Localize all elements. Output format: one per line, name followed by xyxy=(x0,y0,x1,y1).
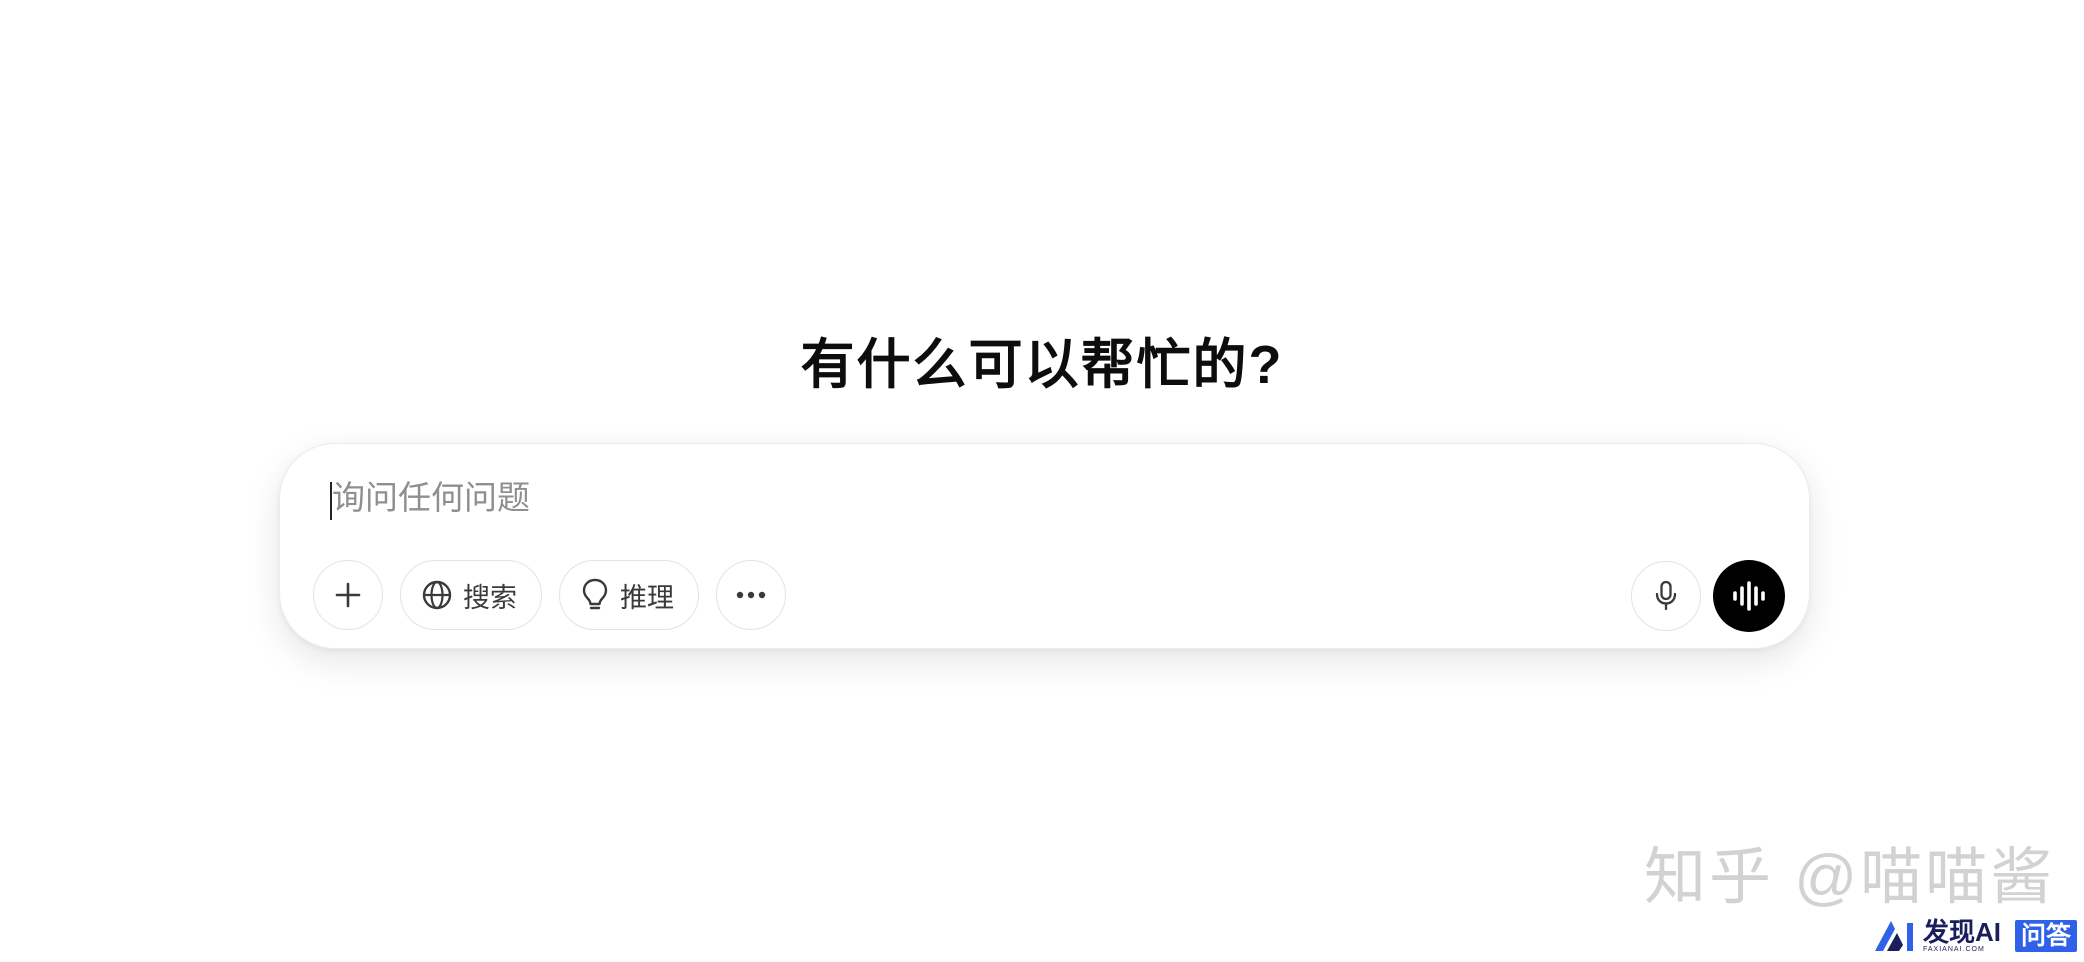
footer-brand: 发现AI FAXIANAI.COM 问答 xyxy=(1873,918,2078,954)
reason-button[interactable]: 推理 xyxy=(559,560,699,630)
attach-button[interactable] xyxy=(313,560,383,630)
zhihu-watermark: 知乎 @喵喵酱 xyxy=(1644,843,2056,912)
microphone-icon xyxy=(1653,580,1679,612)
page: 有什么可以帮忙的? 搜索 xyxy=(0,0,2084,962)
dictate-button[interactable] xyxy=(1631,561,1701,631)
text-caret xyxy=(330,482,332,520)
brand-domain: FAXIANAI.COM xyxy=(1923,946,1985,953)
brand-name: 发现AI xyxy=(1923,917,2002,947)
more-options-button[interactable] xyxy=(716,560,786,630)
prompt-composer: 搜索 推理 xyxy=(279,443,1810,649)
globe-icon xyxy=(421,579,453,611)
brand-text: 发现AI FAXIANAI.COM xyxy=(1923,918,2001,954)
voice-mode-button[interactable] xyxy=(1713,560,1785,632)
qa-badge: 问答 xyxy=(2015,920,2078,952)
reason-button-label: 推理 xyxy=(620,582,674,613)
brand-logo-icon xyxy=(1873,919,1917,953)
prompt-input[interactable] xyxy=(328,472,1732,524)
voice-waveform-icon xyxy=(1731,580,1767,612)
composer-toolbar-right xyxy=(1631,560,1785,632)
ellipsis-icon xyxy=(735,590,767,600)
plus-icon xyxy=(333,580,363,610)
composer-toolbar-left: 搜索 推理 xyxy=(313,560,786,630)
search-button-label: 搜索 xyxy=(463,582,517,613)
search-button[interactable]: 搜索 xyxy=(400,560,542,630)
lightbulb-icon xyxy=(580,577,610,613)
page-title: 有什么可以帮忙的? xyxy=(800,335,1284,395)
